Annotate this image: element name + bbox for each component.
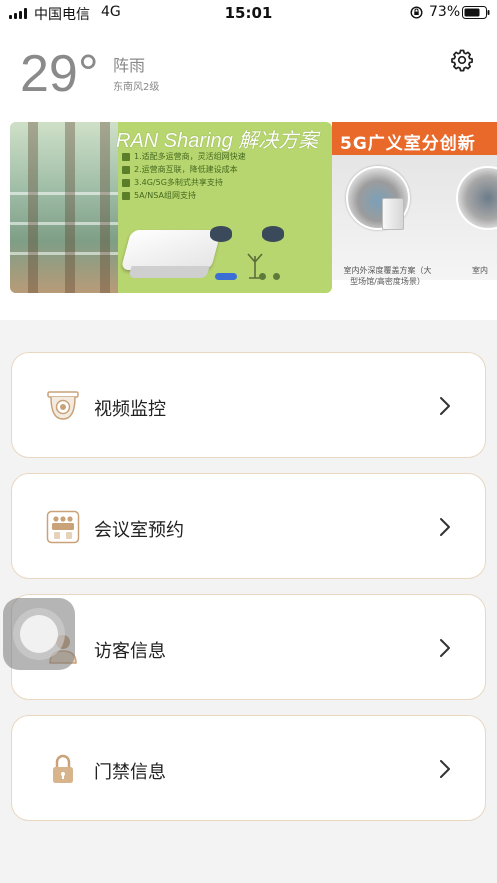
router-image bbox=[120, 230, 222, 282]
assistive-touch-core bbox=[20, 615, 58, 653]
access-point-image bbox=[382, 198, 404, 230]
banner-slide-5g-indoor[interactable]: 5G广义室分创新 室内外深度覆盖方案（大型场馆/高密度场景） 室内 bbox=[332, 122, 497, 293]
meeting-room-icon bbox=[46, 510, 80, 544]
status-bar: 中国电信 4G 15:01 73% bbox=[0, 0, 497, 26]
carousel-dot-active bbox=[215, 273, 237, 280]
banner-title: RAN Sharing 解决方案 bbox=[116, 130, 319, 152]
menu-item-video-surveillance[interactable]: 视频监控 bbox=[11, 352, 486, 458]
menu-item-label: 门禁信息 bbox=[94, 762, 166, 783]
banner-feature: 3.4G/5G多制式共享支持 bbox=[122, 177, 292, 190]
menu-item-visitor-info[interactable]: 访客信息 bbox=[11, 594, 486, 700]
menu-item-meeting-room[interactable]: 会议室预约 bbox=[11, 473, 486, 579]
carousel-dot bbox=[273, 273, 280, 280]
carousel-dot bbox=[259, 273, 266, 280]
network-node-icon bbox=[210, 226, 232, 242]
banner2-caption: 室内 bbox=[472, 266, 488, 275]
banner-feature-list: 1.适配多运营商，灵活组网快速 2.运营商互联，降低建设成本 3.4G/5G多制… bbox=[122, 151, 292, 203]
banner-building-image bbox=[10, 122, 118, 293]
banner-feature: 5A/NSA组网支持 bbox=[122, 190, 292, 203]
banner-feature: 2.运营商互联，降低建设成本 bbox=[122, 164, 292, 177]
temperature: 29° bbox=[20, 45, 99, 103]
lock-icon bbox=[53, 754, 73, 783]
chevron-right-icon bbox=[440, 760, 450, 778]
banner-feature: 1.适配多运营商，灵活组网快速 bbox=[122, 151, 292, 164]
menu-item-access-control[interactable]: 门禁信息 bbox=[11, 715, 486, 821]
weather-condition: 阵雨 bbox=[113, 56, 146, 75]
battery-percent: 73% bbox=[429, 4, 461, 20]
menu-item-label: 视频监控 bbox=[94, 399, 166, 420]
network-node-icon bbox=[262, 226, 284, 242]
assistive-touch-button[interactable] bbox=[3, 598, 75, 670]
banner-slide-ran-sharing[interactable]: RAN Sharing 解决方案 1.适配多运营商，灵活组网快速 2.运营商互联… bbox=[10, 122, 332, 293]
camera-icon bbox=[47, 391, 79, 420]
banner2-caption: 室内外深度覆盖方案（大型场馆/高密度场景） bbox=[343, 266, 432, 286]
chevron-right-icon bbox=[440, 397, 450, 415]
chevron-right-icon bbox=[440, 518, 450, 536]
gear-icon[interactable] bbox=[450, 48, 474, 72]
menu-item-label: 会议室预约 bbox=[94, 520, 184, 541]
banner2-title: 5G广义室分创新 bbox=[340, 134, 476, 154]
wind-info: 东南风2级 bbox=[113, 82, 160, 93]
menu-item-label: 访客信息 bbox=[94, 641, 166, 662]
rotation-lock-icon bbox=[410, 6, 423, 19]
chevron-right-icon bbox=[440, 639, 450, 657]
battery-icon bbox=[462, 6, 490, 19]
